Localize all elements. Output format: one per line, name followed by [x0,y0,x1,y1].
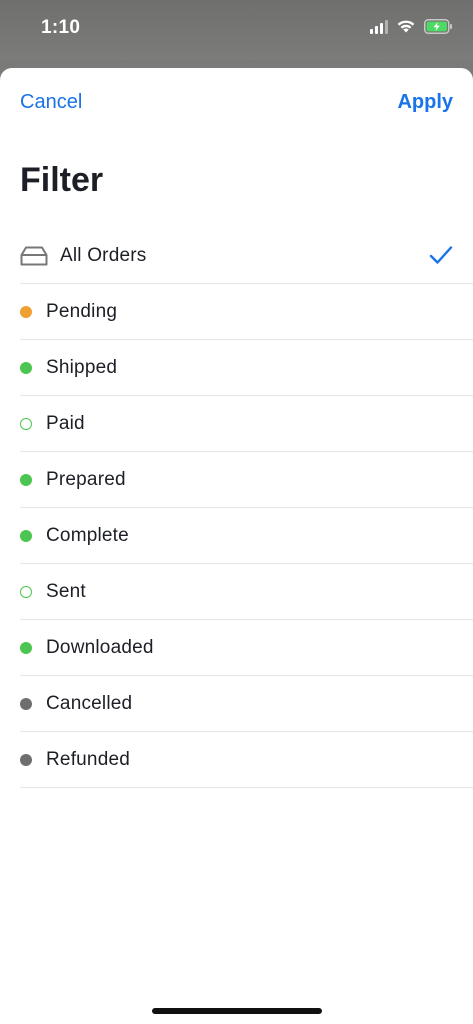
filter-option-pending[interactable]: Pending [20,284,473,340]
page-title: Filter [20,161,104,199]
apply-button[interactable]: Apply [397,91,453,114]
filter-option-label: Downloaded [46,636,154,658]
status-ring-icon [20,585,32,598]
filter-option-label: Sent [46,580,86,602]
filter-option-sent[interactable]: Sent [20,564,473,620]
filter-option-shipped[interactable]: Shipped [20,340,473,396]
filter-option-label: Refunded [46,748,131,770]
filter-option-label: Pending [46,300,118,322]
status-dot-icon [20,361,32,374]
filter-sheet: Cancel Apply Filter All Orders Pending S… [0,68,473,1024]
filter-option-prepared[interactable]: Prepared [20,452,473,508]
status-dot-icon [20,305,32,318]
checkmark-icon [429,245,453,270]
filter-option-label: Shipped [46,356,118,378]
status-time: 1:10 [41,17,81,38]
filter-option-label: All Orders [60,244,147,266]
cellular-signal-icon [370,19,388,34]
filter-option-paid[interactable]: Paid [20,396,473,452]
status-dot-icon [20,473,32,486]
battery-charging-icon [424,19,452,34]
filter-option-downloaded[interactable]: Downloaded [20,620,473,676]
status-dot-icon [20,529,32,542]
status-dot-icon [20,753,32,766]
filter-option-all-orders[interactable]: All Orders [20,228,473,284]
home-indicator[interactable] [152,1008,322,1014]
filter-option-cancelled[interactable]: Cancelled [20,676,473,732]
filter-option-label: Paid [46,412,85,434]
filter-option-refunded[interactable]: Refunded [20,732,473,788]
status-bar: 1:10 [0,0,473,60]
filter-list: All Orders Pending Shipped Paid Prepared… [20,228,473,788]
status-icons [370,19,453,34]
filter-option-label: Cancelled [46,692,133,714]
status-ring-icon [20,417,32,430]
wifi-icon [397,20,415,33]
cancel-button[interactable]: Cancel [20,91,82,114]
status-dot-icon [20,641,32,654]
inbox-tray-icon [20,245,60,267]
sheet-nav-bar: Cancel Apply [0,68,473,140]
filter-option-complete[interactable]: Complete [20,508,473,564]
filter-option-label: Complete [46,524,129,546]
status-dot-icon [20,697,32,710]
filter-option-label: Prepared [46,468,126,490]
